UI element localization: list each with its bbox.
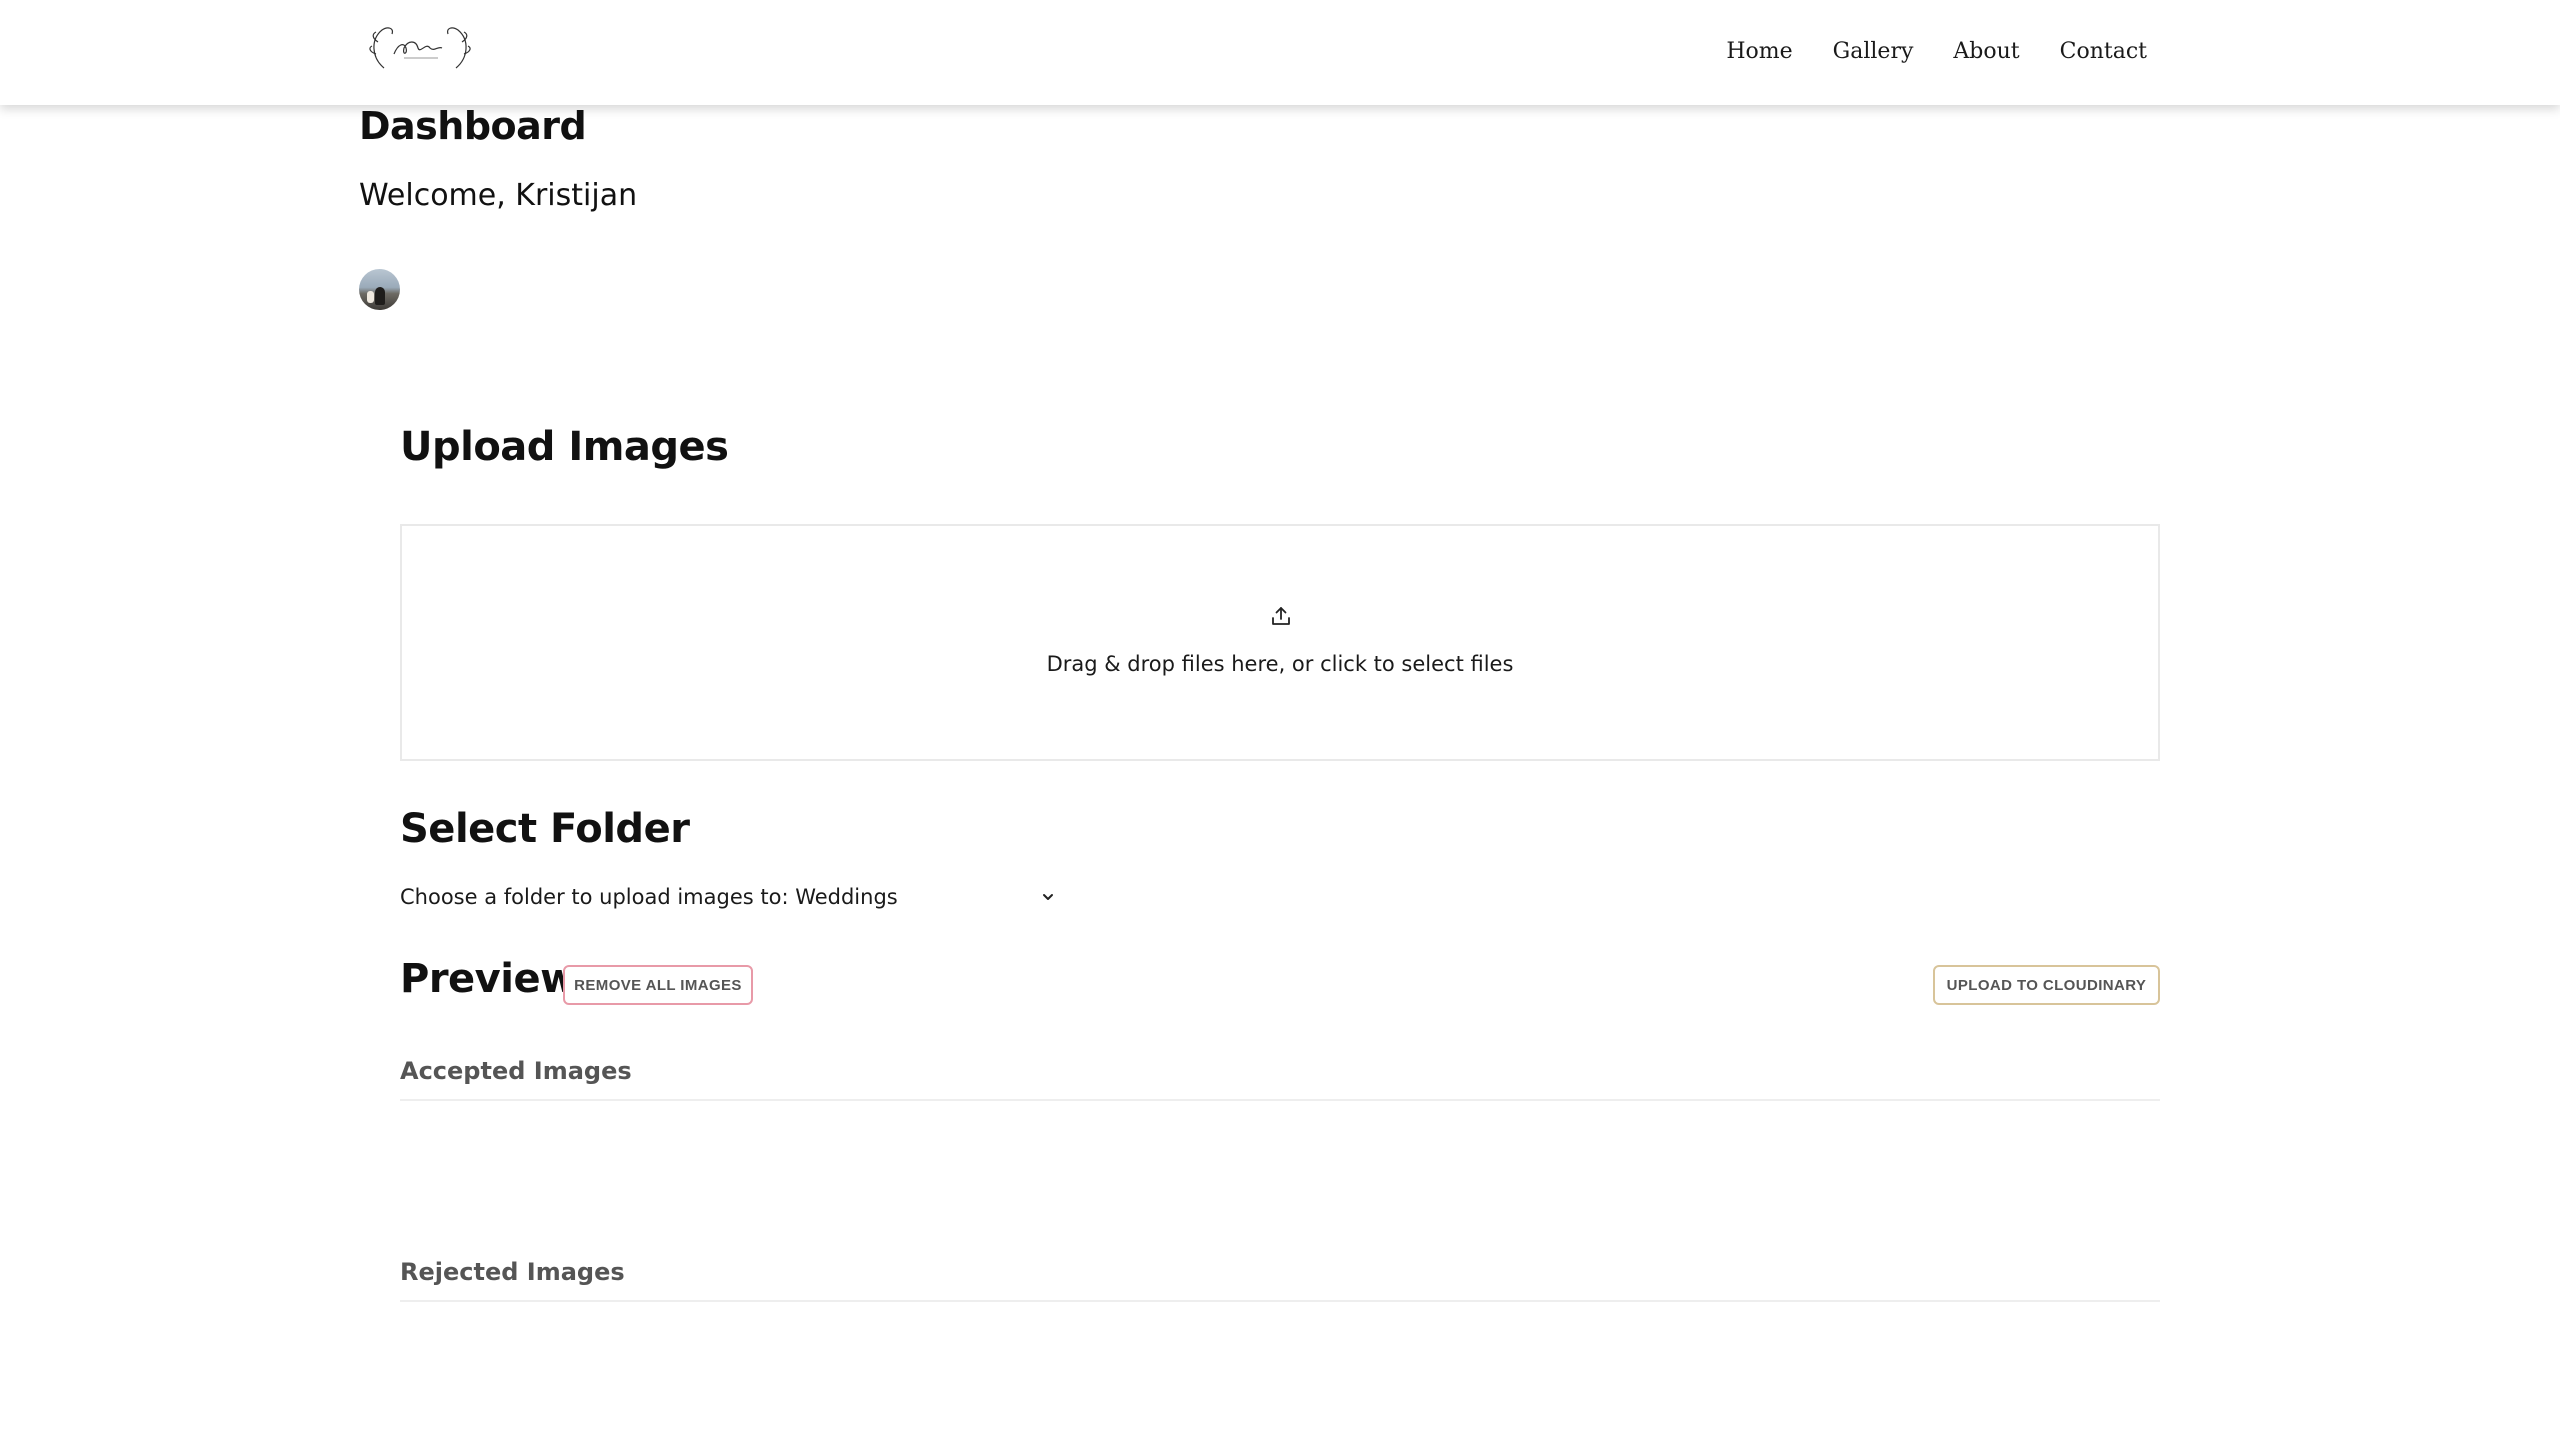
preview-title: Preview (400, 956, 577, 1002)
user-avatar[interactable] (359, 269, 400, 310)
dropzone-instructions: Drag & drop files here, or click to sele… (1046, 652, 1514, 676)
remove-all-images-button[interactable]: REMOVE ALL IMAGES (563, 965, 753, 1005)
avatar-photo-detail (367, 291, 374, 303)
avatar-photo-figure (375, 287, 385, 305)
upload-images-title: Upload Images (400, 424, 729, 470)
rejected-images-heading: Rejected Images (400, 1258, 2160, 1302)
folder-select[interactable]: Choose a folder to upload images to: Wed… (400, 880, 1055, 914)
file-dropzone[interactable]: Drag & drop files here, or click to sele… (400, 524, 2160, 761)
welcome-message: Welcome, Kristijan (359, 178, 638, 213)
top-navbar: Home Gallery About Contact (0, 0, 2560, 105)
dashboard-title: Dashboard (359, 104, 587, 148)
folder-select-value: Choose a folder to upload images to: Wed… (400, 885, 898, 909)
chevron-down-icon (1043, 894, 1053, 900)
upload-to-cloudinary-button[interactable]: UPLOAD TO CLOUDINARY (1933, 965, 2160, 1005)
nav-link-home[interactable]: Home (1726, 36, 1792, 68)
nav-link-gallery[interactable]: Gallery (1833, 36, 1914, 68)
nav-link-contact[interactable]: Contact (2060, 36, 2147, 68)
floral-logo-icon (369, 27, 471, 69)
nav-link-about[interactable]: About (1953, 36, 2019, 68)
site-logo[interactable] (364, 18, 476, 80)
upload-icon (1272, 607, 1290, 625)
accepted-images-heading: Accepted Images (400, 1057, 2160, 1101)
select-folder-title: Select Folder (400, 806, 690, 852)
main-nav: Home Gallery About Contact (1686, 36, 2147, 68)
